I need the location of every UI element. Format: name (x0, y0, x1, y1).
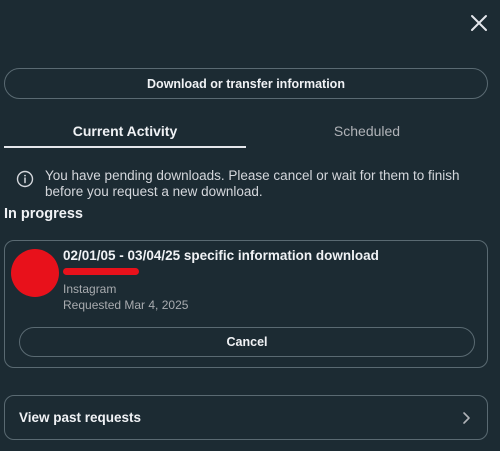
close-button[interactable] (468, 12, 490, 34)
notice-text: You have pending downloads. Please cance… (45, 168, 460, 199)
activity-tabs: Current Activity Scheduled (4, 118, 488, 148)
avatar (11, 249, 59, 297)
download-or-transfer-label: Download or transfer information (147, 76, 345, 91)
download-source: Instagram (63, 282, 117, 296)
download-request-title: 02/01/05 - 03/04/25 specific information… (63, 248, 379, 263)
download-request-card: 02/01/05 - 03/04/25 specific information… (4, 240, 488, 368)
close-icon (471, 15, 487, 31)
tab-current-activity[interactable]: Current Activity (4, 118, 246, 148)
tab-scheduled[interactable]: Scheduled (246, 118, 488, 146)
view-past-requests-button[interactable]: View past requests (4, 395, 488, 440)
in-progress-heading: In progress (4, 206, 83, 222)
cancel-label: Cancel (226, 335, 268, 349)
download-or-transfer-button[interactable]: Download or transfer information (4, 68, 488, 99)
requested-date: Requested Mar 4, 2025 (63, 298, 189, 312)
tab-scheduled-label: Scheduled (333, 123, 401, 139)
pending-downloads-notice: You have pending downloads. Please cance… (16, 168, 486, 200)
cancel-button[interactable]: Cancel (19, 327, 475, 357)
tab-current-activity-label: Current Activity (72, 123, 178, 139)
redaction-mark (63, 268, 139, 275)
info-icon (16, 170, 34, 188)
view-past-requests-label: View past requests (19, 410, 142, 425)
chevron-right-icon (463, 412, 470, 424)
